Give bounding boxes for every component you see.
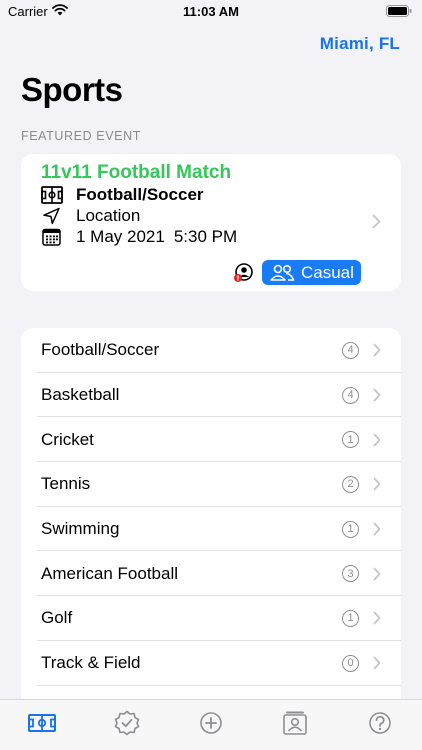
field-icon [41, 186, 63, 204]
event-sport: Football/Soccer [76, 185, 204, 204]
sport-name: Swimming [41, 519, 120, 539]
event-count-badge: 3 [342, 565, 359, 583]
sport-name: Track & Field [41, 653, 141, 673]
host-person-icon [234, 263, 253, 282]
list-item[interactable]: Basketball 4 [21, 373, 401, 418]
tab-verified[interactable] [84, 700, 168, 750]
contact-card-icon [283, 711, 308, 735]
status-bar: Carrier 11:03 AM [0, 0, 422, 24]
sport-name: Cricket [41, 429, 94, 449]
sport-name: Tennis [41, 474, 91, 494]
event-time: 5:30 PM [173, 227, 238, 246]
tab-sports[interactable] [0, 700, 84, 750]
sport-name: Golf [41, 608, 73, 628]
casual-badge: Casual [262, 260, 361, 285]
list-item[interactable]: Cricket 1 [21, 417, 401, 463]
status-time: 11:03 AM [183, 4, 239, 19]
event-count-badge: 2 [342, 475, 359, 493]
page-title: Sports [21, 71, 123, 108]
chevron-right-icon [373, 567, 381, 581]
featured-section-caption: FEATURED EVENT [21, 129, 141, 143]
field-icon [28, 714, 57, 732]
help-circle-icon [369, 712, 391, 734]
casual-badge-label: Casual [301, 262, 354, 282]
list-item[interactable]: Tennis 2 [21, 462, 401, 507]
battery-icon [386, 5, 412, 17]
event-title: 11v11 Football Match [41, 162, 232, 183]
sport-name: Basketball [41, 385, 120, 405]
chevron-right-icon [373, 612, 381, 625]
event-location: Location [76, 206, 141, 225]
chevron-right-icon [373, 478, 381, 491]
chevron-right-icon [373, 656, 381, 670]
event-date: 1 May 2021 [76, 227, 165, 246]
tab-add[interactable] [169, 700, 253, 750]
tab-contacts[interactable] [253, 700, 337, 750]
list-item[interactable]: Track & Field 0 [21, 641, 401, 686]
featured-event-card[interactable]: 11v11 Football Match Football/Soccer Loc… [21, 154, 401, 291]
chevron-right-icon [373, 343, 381, 357]
chevron-right-icon [372, 214, 381, 229]
event-count-badge: 4 [342, 386, 359, 404]
list-item[interactable]: Swimming 1 [21, 507, 401, 552]
event-datetime-row: 1 May 2021 5:30 PM [41, 226, 237, 248]
location-arrow-icon [43, 207, 60, 225]
event-count-badge: 4 [342, 341, 359, 359]
list-item[interactable]: American Football 3 [21, 551, 401, 597]
screen: Carrier 11:03 AM Miami, FL Sports FEATUR… [0, 0, 422, 750]
chevron-right-icon [373, 522, 381, 536]
chevron-right-icon [373, 388, 381, 402]
sport-name: American Football [41, 563, 179, 583]
chevron-right-icon [373, 433, 381, 447]
calendar-icon [42, 228, 61, 246]
add-circle-icon [200, 712, 222, 734]
event-count-badge: 0 [342, 654, 359, 672]
event-sport-row: Football/Soccer [41, 184, 204, 206]
location-button[interactable]: Miami, FL [320, 34, 400, 54]
sport-name: Football/Soccer [41, 340, 160, 360]
tab-help[interactable] [338, 700, 422, 750]
verified-badge-icon [114, 710, 139, 736]
event-location-row: Location [41, 205, 140, 227]
list-item[interactable]: Golf 1 [21, 596, 401, 641]
list-item[interactable]: Football/Soccer 4 [21, 328, 401, 373]
event-count-badge: 1 [342, 431, 359, 449]
sports-list: Football/Soccer 4 Basketball 4 Cricket 1… [21, 328, 401, 708]
people-icon [270, 264, 295, 281]
event-count-badge: 1 [342, 520, 359, 538]
tab-bar [0, 699, 422, 750]
event-count-badge: 1 [342, 609, 359, 627]
